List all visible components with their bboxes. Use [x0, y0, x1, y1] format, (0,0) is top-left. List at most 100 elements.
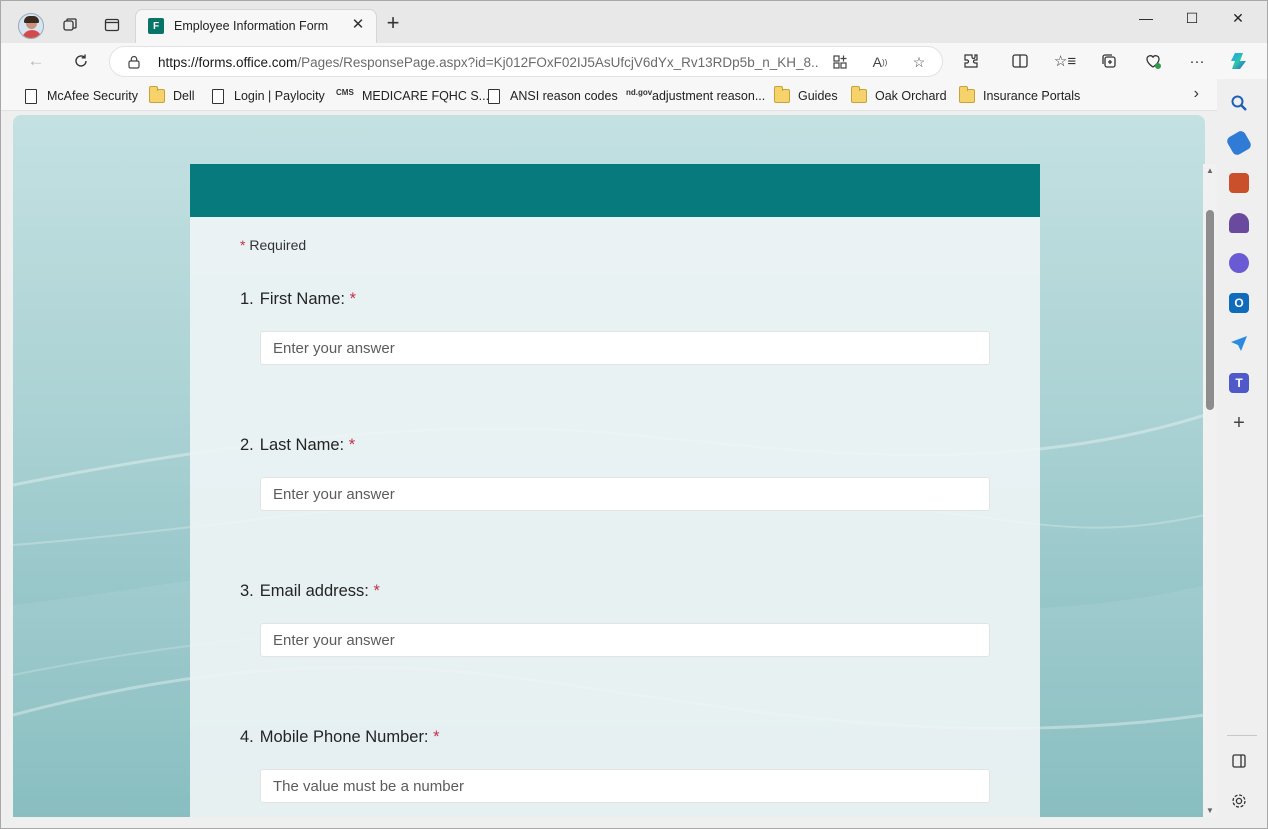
bookmark-label: Login | Paylocity [234, 89, 325, 103]
question-2-title: 2. Last Name: * [240, 436, 355, 455]
scrollbar-thumb[interactable] [1206, 210, 1214, 410]
profile-avatar[interactable] [18, 13, 44, 39]
question-label: Mobile Phone Number: [259, 728, 429, 746]
bookmark-label: Oak Orchard [875, 89, 947, 103]
forms-favicon-icon: F [148, 18, 164, 34]
bookmark-adjustment-reason[interactable]: nd.gov adjustment reason... [626, 87, 765, 105]
address-bar[interactable]: https://forms.office.com/Pages/ResponseP… [109, 46, 943, 77]
teams-icon[interactable]: T [1229, 373, 1249, 393]
question-label: Email address: [259, 582, 369, 600]
more-bookmarks-chevron-icon[interactable]: › [1194, 85, 1199, 103]
scroll-down-arrow-icon[interactable]: ▼ [1205, 806, 1215, 815]
first-name-input[interactable] [260, 331, 990, 365]
cms-icon: CMS [336, 88, 354, 97]
page-viewport: * Required 1. First Name: * 2. Last Name: … [13, 115, 1205, 817]
maximize-button[interactable]: ☐ [1169, 7, 1215, 29]
browser-essentials-icon[interactable] [1141, 49, 1165, 73]
app-available-icon[interactable] [829, 51, 851, 73]
bookmark-label: MEDICARE FQHC S... [362, 89, 490, 103]
copilot-icon[interactable] [1227, 49, 1251, 73]
back-button[interactable]: ← [23, 48, 49, 74]
collections-icon[interactable] [1097, 49, 1121, 73]
microsoft-365-icon[interactable] [1229, 253, 1249, 273]
bookmark-label: ANSI reason codes [510, 89, 618, 103]
page-icon [212, 88, 224, 104]
required-label: Required [249, 237, 307, 253]
bookmark-dell[interactable]: Dell [149, 86, 195, 105]
page-icon [488, 88, 500, 104]
favorites-icon[interactable]: ☆≡ [1053, 49, 1077, 73]
bookmarks-bar: McAfee Security Dell Login | Paylocity C… [1, 79, 1217, 111]
question-label: Last Name: [259, 436, 345, 454]
close-tab-icon[interactable]: ✕ [349, 16, 367, 34]
bookmark-guides[interactable]: Guides [774, 86, 838, 105]
page-scrollbar[interactable]: ▲ ▼ [1203, 164, 1217, 817]
close-window-button[interactable]: ✕ [1215, 7, 1261, 29]
required-asterisk: * [348, 436, 356, 454]
browser-window: F Employee Information Form ✕ + — ☐ ✕ ← … [0, 0, 1268, 829]
bookmark-medicare-fqhc[interactable]: CMS MEDICARE FQHC S... [336, 87, 489, 105]
question-1-title: 1. First Name: * [240, 290, 356, 309]
folder-icon [774, 86, 790, 103]
folder-icon [851, 86, 867, 103]
url-text[interactable]: https://forms.office.com/Pages/ResponseP… [158, 55, 818, 70]
read-aloud-icon[interactable]: A)) [869, 51, 891, 73]
nd-gov-icon: nd.gov [626, 88, 653, 97]
games-chess-icon[interactable] [1229, 213, 1249, 233]
edge-sidebar: O T + [1217, 79, 1267, 828]
address-toolbar: ← https://forms.office.com/Pages/Respons… [1, 43, 1267, 79]
bookmark-mcafee-security[interactable]: McAfee Security [23, 87, 138, 105]
folder-icon [149, 86, 165, 103]
required-asterisk: * [240, 237, 246, 253]
required-asterisk: * [373, 582, 380, 600]
mobile-phone-input[interactable] [260, 769, 990, 803]
question-number: 2. [240, 436, 254, 454]
outlook-icon[interactable]: O [1229, 293, 1249, 313]
favorite-star-icon[interactable]: ☆ [908, 51, 930, 73]
bookmark-login-paylocity[interactable]: Login | Paylocity [210, 87, 325, 105]
required-asterisk: * [349, 290, 357, 308]
page-icon [25, 88, 37, 104]
hide-sidebar-icon[interactable] [1229, 751, 1249, 771]
email-input[interactable] [260, 623, 990, 657]
question-number: 4. [240, 728, 254, 746]
bookmark-ansi-reason-codes[interactable]: ANSI reason codes [486, 87, 618, 105]
question-number: 1. [240, 290, 254, 308]
bookmark-oak-orchard[interactable]: Oak Orchard [851, 86, 947, 105]
settings-gear-icon[interactable] [1229, 791, 1249, 811]
bookmark-insurance-portals[interactable]: Insurance Portals [959, 86, 1081, 105]
question-label: First Name: [259, 290, 346, 308]
tab-title: Employee Information Form [174, 19, 329, 33]
tab-actions-icon[interactable] [101, 14, 123, 36]
scroll-up-arrow-icon[interactable]: ▲ [1205, 166, 1215, 175]
shopping-tag-icon[interactable] [1225, 129, 1253, 157]
question-number: 3. [240, 582, 254, 600]
minimize-button[interactable]: — [1123, 7, 1169, 29]
title-bar: F Employee Information Form ✕ + — ☐ ✕ [1, 1, 1267, 43]
search-icon[interactable] [1229, 93, 1249, 113]
question-4-title: 4. Mobile Phone Number: * [240, 728, 440, 747]
workspaces-icon[interactable] [59, 14, 81, 36]
lock-icon[interactable] [128, 55, 140, 69]
add-sidebar-app-icon[interactable]: + [1229, 412, 1249, 434]
required-asterisk: * [433, 728, 440, 746]
split-screen-icon[interactable] [1008, 49, 1032, 73]
refresh-button[interactable] [68, 48, 94, 74]
drop-send-icon[interactable] [1229, 333, 1249, 353]
more-options-icon[interactable]: ··· [1185, 49, 1209, 73]
tools-briefcase-icon[interactable] [1229, 173, 1249, 193]
tab-employee-information-form[interactable]: F Employee Information Form ✕ [135, 9, 377, 43]
question-3-title: 3. Email address: * [240, 582, 380, 601]
new-tab-button[interactable]: + [382, 12, 404, 35]
bookmark-label: adjustment reason... [652, 89, 766, 103]
form-card: * Required 1. First Name: * 2. Last Name: … [190, 164, 1040, 817]
bookmark-label: Dell [173, 89, 195, 103]
sidebar-divider [1227, 735, 1257, 736]
bookmark-label: Insurance Portals [983, 89, 1081, 103]
extensions-icon[interactable] [959, 49, 983, 73]
last-name-input[interactable] [260, 477, 990, 511]
form-header-banner [190, 164, 1040, 217]
required-note: * Required [240, 237, 306, 253]
bookmark-label: Guides [798, 89, 838, 103]
bookmark-label: McAfee Security [47, 89, 139, 103]
